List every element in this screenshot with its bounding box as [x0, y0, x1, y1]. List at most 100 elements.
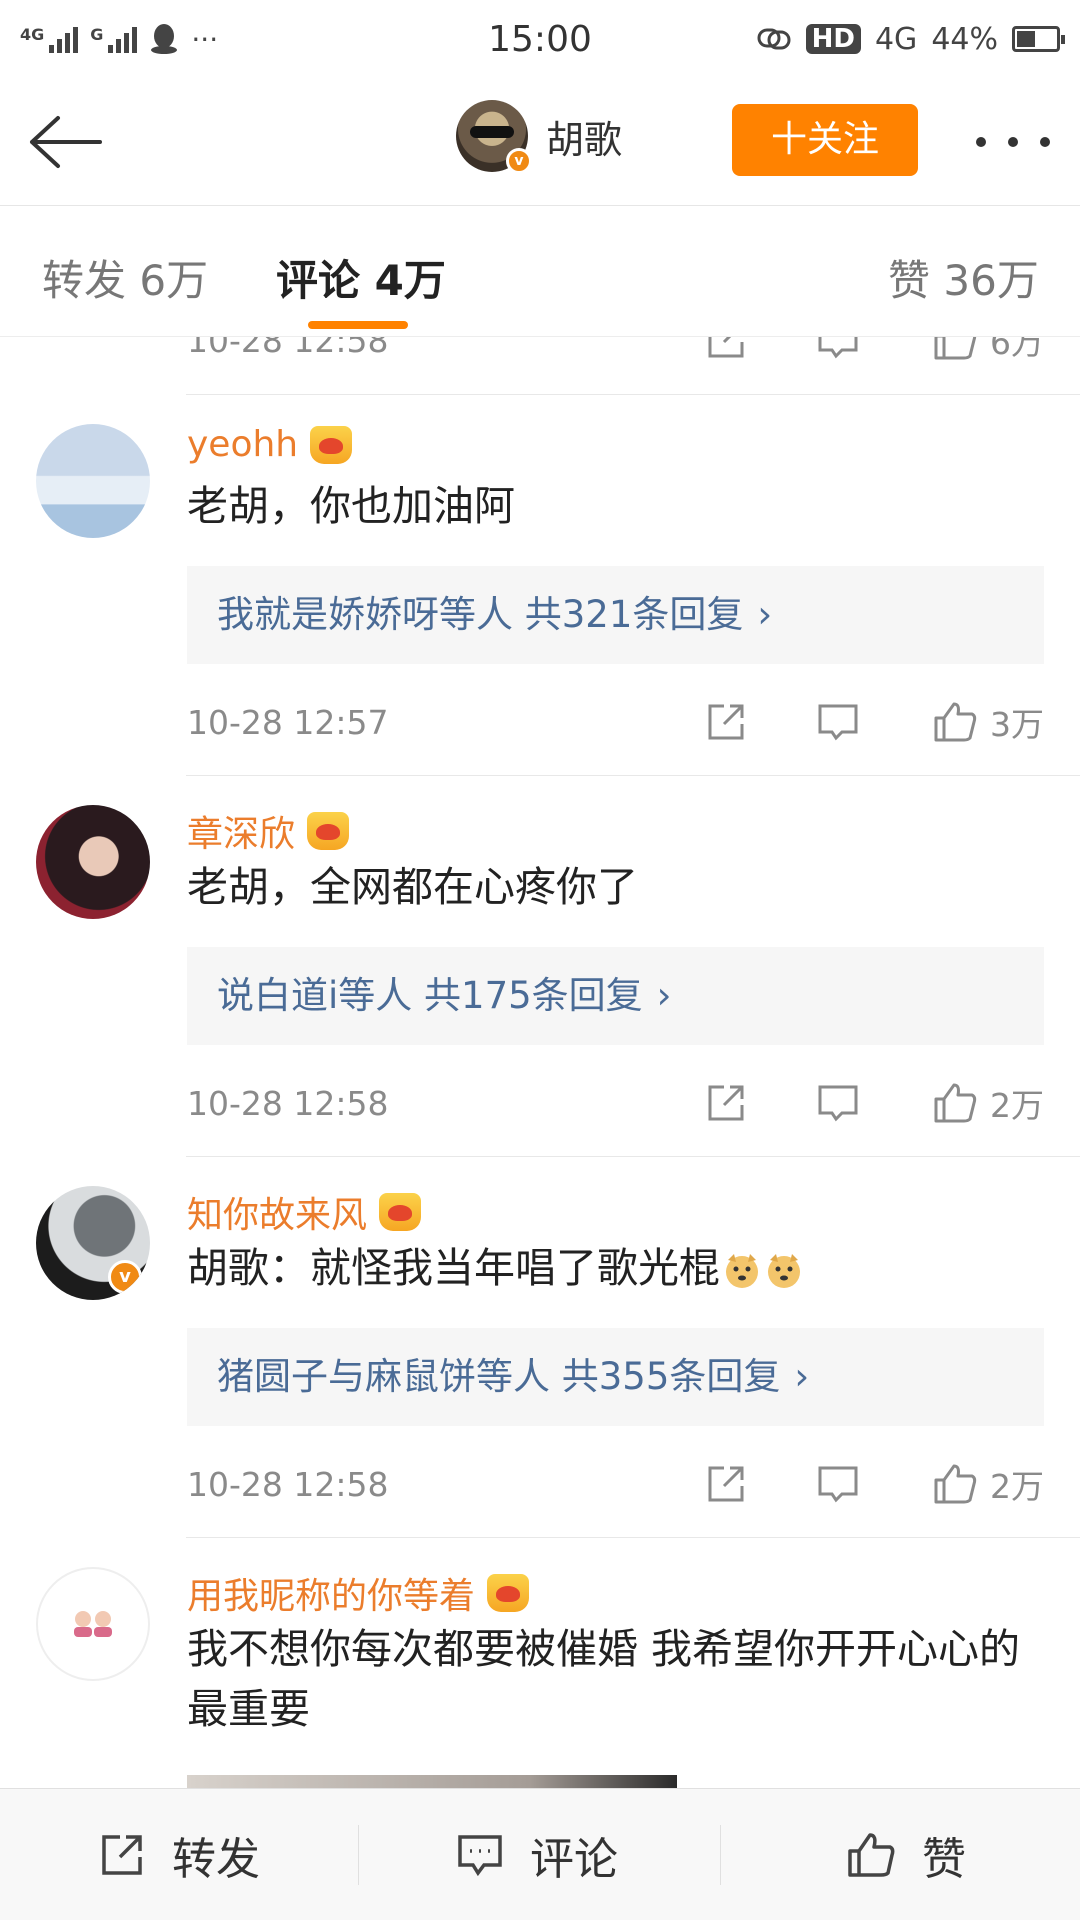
- signal-label-2: G: [90, 25, 104, 44]
- tab-repost-count: 6万: [139, 256, 209, 305]
- comment-avatar[interactable]: [36, 805, 150, 919]
- header-name: 胡歌: [546, 117, 623, 162]
- comment-time: 10-28 12:58: [187, 1083, 389, 1123]
- bottom-like-label: 赞: [922, 1834, 966, 1885]
- comment-username[interactable]: 知你故来风: [187, 1186, 422, 1238]
- comment-username[interactable]: yeohh: [187, 424, 353, 465]
- comment-text: 老胡，全网都在心疼你了: [187, 863, 638, 911]
- comment-divider: [186, 1156, 1080, 1157]
- share-button[interactable]: [704, 1462, 748, 1506]
- bottom-like-button[interactable]: 赞: [846, 1789, 966, 1920]
- comment-icon: [818, 1466, 858, 1503]
- like-count: 6万: [990, 337, 1044, 362]
- crown-badge-icon: [307, 812, 350, 850]
- comment-time: 10-28 12:58: [187, 337, 389, 360]
- signal-label: 4G: [20, 25, 45, 44]
- share-button[interactable]: [704, 1081, 748, 1125]
- crown-badge-icon: [379, 1193, 422, 1231]
- hd-badge: HD: [805, 24, 861, 54]
- comment-meta: 10-28 12:58 2万: [187, 1078, 1044, 1128]
- header-avatar[interactable]: v: [456, 100, 532, 174]
- like-count: 2万: [990, 1086, 1044, 1125]
- like-count: 3万: [990, 705, 1044, 744]
- comment-actions: 6万: [704, 337, 1044, 365]
- battery-fill: [1017, 31, 1036, 47]
- like-button[interactable]: 2万: [932, 1079, 1044, 1127]
- comment-icon: [818, 1085, 858, 1122]
- like-button[interactable]: 2万: [932, 1460, 1044, 1508]
- username-text: 知你故来风: [187, 1195, 368, 1236]
- battery-percent: 44%: [931, 21, 998, 57]
- username-text: yeohh: [187, 424, 299, 465]
- bottom-repost-label: 转发: [172, 1834, 260, 1885]
- chevron-right-icon: ›: [656, 974, 672, 1017]
- username-text: 章深欣: [187, 814, 296, 855]
- comment-username[interactable]: 章深欣: [187, 805, 350, 857]
- reply-summary[interactable]: 猪圆子与麻鼠饼等人 共355条回复 ›: [187, 1328, 1044, 1426]
- reply-count: 共321条回复: [524, 593, 744, 636]
- comment-button[interactable]: [816, 700, 860, 744]
- qq-icon: [151, 24, 178, 54]
- comment-actions: 3万: [704, 697, 1044, 747]
- thumbs-up-icon: [934, 1083, 977, 1123]
- share-icon: [708, 1085, 744, 1121]
- comment-divider: [186, 1537, 1080, 1538]
- verified-badge-icon: v: [506, 148, 532, 174]
- comment-meta: 10-28 12:57 3万: [187, 697, 1044, 747]
- comment-meta: 10-28 12:58 2万: [187, 1459, 1044, 1509]
- comment-list[interactable]: 10-28 12:58 6万 yeohh 老胡，你也加油阿 我就是娇娇呀等人 共…: [0, 337, 1080, 1788]
- chevron-right-icon: ›: [757, 593, 773, 636]
- reply-names: 说白道i等人: [217, 974, 413, 1017]
- comment-button[interactable]: [816, 1081, 860, 1125]
- active-tab-indicator: [308, 321, 408, 329]
- share-button[interactable]: [704, 337, 748, 362]
- toolbar-separator: [720, 1825, 721, 1885]
- comment-time: 10-28 12:58: [187, 1464, 389, 1504]
- tab-likes-label: 赞: [888, 256, 931, 305]
- share-icon: [708, 1466, 744, 1502]
- like-count: 2万: [990, 1467, 1044, 1506]
- bottom-toolbar: 转发 评论 赞: [0, 1788, 1080, 1920]
- more-notifications-icon: ···: [191, 22, 219, 56]
- comment-avatar[interactable]: [36, 1567, 150, 1681]
- comment-actions: 2万: [704, 1078, 1044, 1128]
- tab-comments-count: 4万: [374, 256, 446, 305]
- bottom-comment-label: 评论: [530, 1834, 618, 1885]
- doge-emoji-icon: [768, 1254, 800, 1288]
- reply-names: 猪圆子与麻鼠饼等人: [217, 1355, 550, 1398]
- bottom-repost-button[interactable]: 转发: [98, 1789, 260, 1920]
- comment-image-preview[interactable]: [187, 1775, 677, 1788]
- reply-summary[interactable]: 我就是娇娇呀等人 共321条回复 ›: [187, 566, 1044, 664]
- comment-avatar[interactable]: [36, 424, 150, 538]
- chevron-right-icon: ›: [794, 1355, 810, 1398]
- tab-comments[interactable]: 评论 4万: [276, 247, 446, 308]
- comment-icon: [818, 337, 858, 359]
- status-bar: 4G G ··· 15:00 HD 4G 44%: [0, 0, 1080, 78]
- thumbs-up-icon: [934, 337, 977, 360]
- network-label: 4G: [874, 21, 918, 57]
- bottom-comment-button[interactable]: 评论: [456, 1789, 618, 1920]
- follow-button[interactable]: 十关注: [732, 104, 918, 176]
- like-button[interactable]: 3万: [932, 698, 1044, 746]
- tab-likes[interactable]: 赞 36万: [888, 247, 1039, 308]
- tab-comments-label: 评论: [276, 256, 361, 305]
- crown-badge-icon: [310, 425, 353, 464]
- more-options-button[interactable]: [976, 122, 1050, 162]
- comment-avatar[interactable]: v: [36, 1186, 150, 1300]
- doge-emoji-icon: [726, 1254, 758, 1288]
- header-profile[interactable]: v 胡歌: [456, 100, 623, 174]
- share-button[interactable]: [704, 700, 748, 744]
- like-button[interactable]: 6万: [932, 337, 1044, 364]
- comment-button[interactable]: [816, 337, 860, 362]
- comment-button[interactable]: [816, 1462, 860, 1506]
- back-button[interactable]: [26, 110, 106, 174]
- username-text: 用我昵称的你等着: [187, 1576, 476, 1617]
- battery-icon: [1012, 26, 1065, 52]
- tab-repost[interactable]: 转发 6万: [42, 247, 208, 308]
- comment-username[interactable]: 用我昵称的你等着: [187, 1567, 530, 1619]
- reply-summary[interactable]: 说白道i等人 共175条回复 ›: [187, 947, 1044, 1045]
- comment-text: 胡歌：就怪我当年唱了歌光棍: [187, 1238, 1027, 1298]
- status-right: HD 4G 44%: [756, 21, 1065, 57]
- comment-meta: 10-28 12:58 6万: [187, 337, 1044, 365]
- nav-bar: v 胡歌 十关注: [0, 78, 1080, 206]
